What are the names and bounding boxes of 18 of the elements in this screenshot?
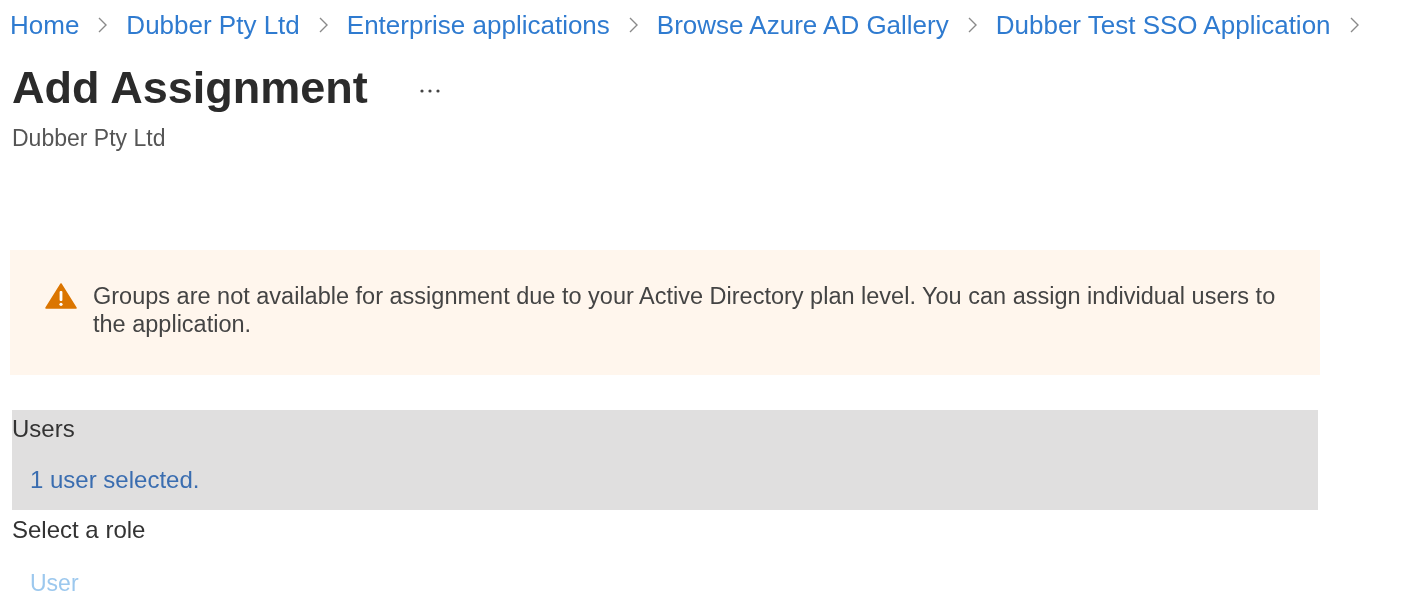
role-label: Select a role <box>12 517 146 543</box>
chevron-right-icon <box>1349 17 1359 33</box>
warning-message: Groups are not available for assignment due to your Active Directory plan level. You can assign individual users to the application. <box>93 282 1277 338</box>
breadcrumb-link[interactable]: Browse Azure AD Gallery <box>656 9 949 41</box>
selected-users-link[interactable]: 1 user selected. <box>30 467 200 493</box>
breadcrumb-link[interactable]: Enterprise applications <box>346 9 610 41</box>
users-label: Users <box>12 416 75 442</box>
chevron-right-icon <box>98 17 108 33</box>
more-icon <box>419 89 440 93</box>
page-subtitle: Dubber Pty Ltd <box>12 124 166 152</box>
chevron-right-icon <box>628 17 638 33</box>
chevron-right-icon <box>967 17 977 33</box>
chevron-right-icon <box>318 17 328 33</box>
users-panel[interactable]: Users 1 user selected. <box>12 410 1318 510</box>
breadcrumb-link[interactable]: Dubber Pty Ltd <box>126 9 300 41</box>
page-title: Add Assignment <box>12 62 368 114</box>
breadcrumb-link[interactable]: Dubber Test SSO Application <box>995 9 1331 41</box>
breadcrumb-link[interactable]: Home <box>10 9 80 41</box>
